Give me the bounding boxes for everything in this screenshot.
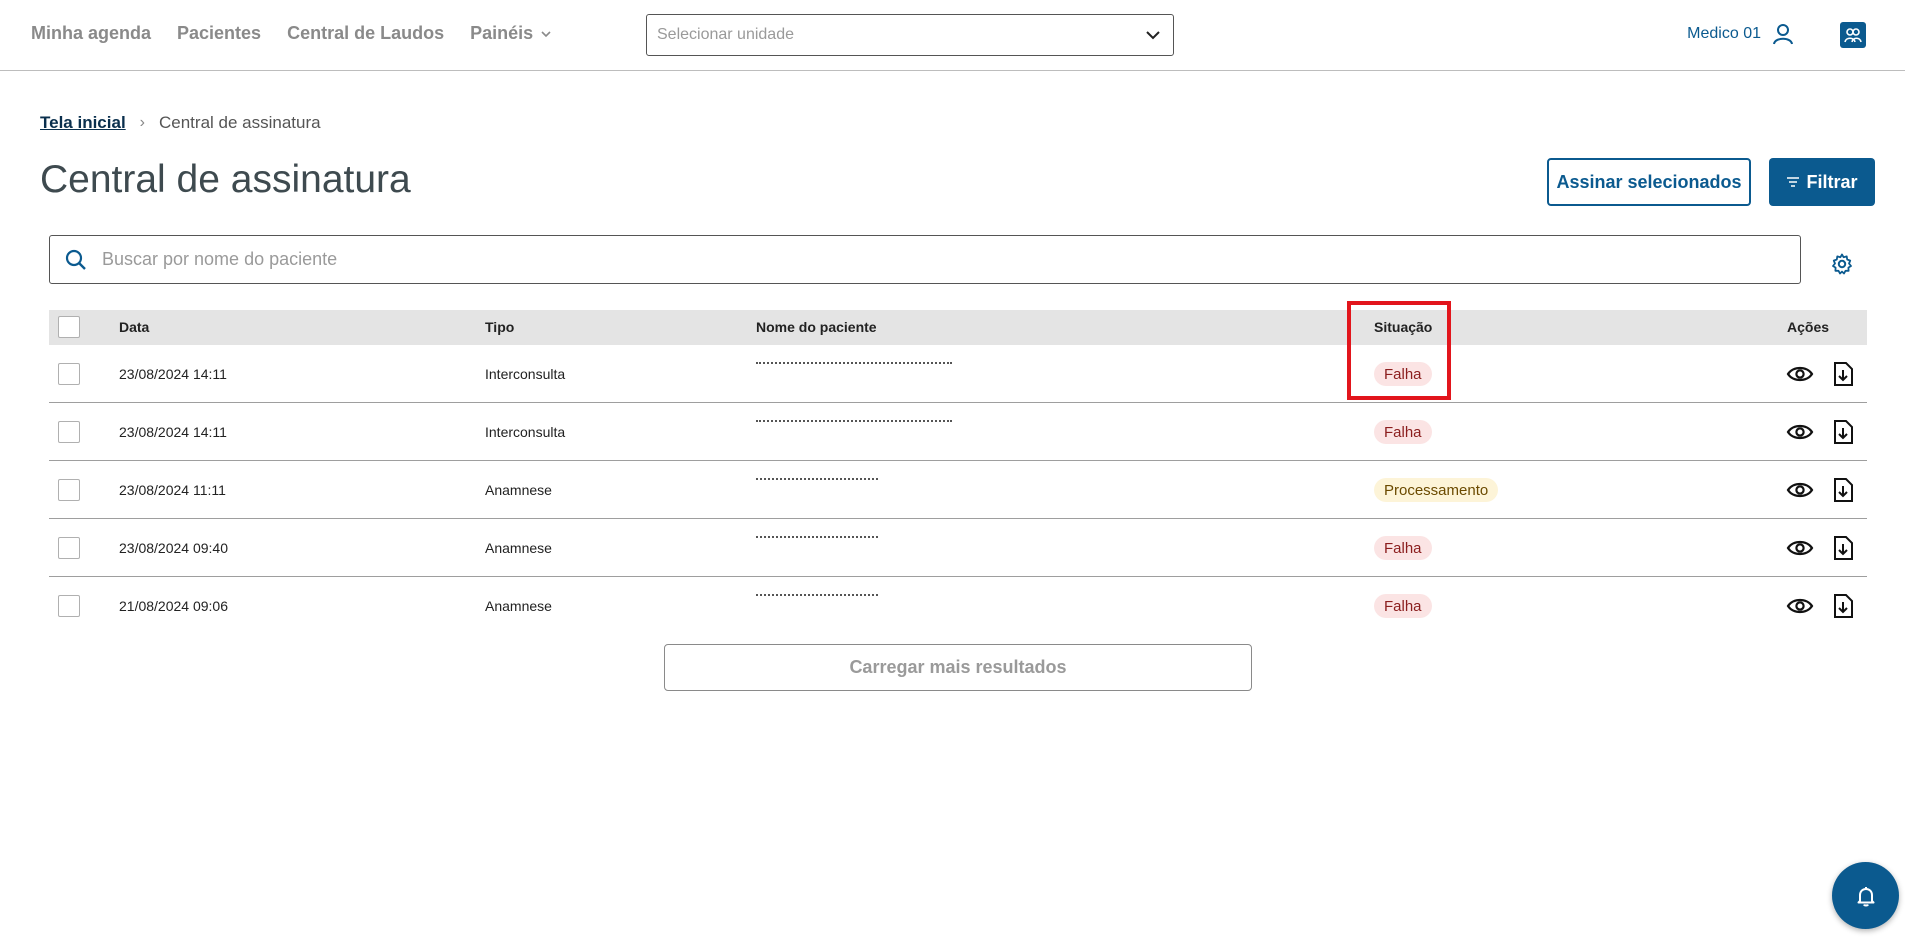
row-checkbox[interactable] — [58, 363, 80, 385]
download-file-icon[interactable] — [1829, 592, 1857, 620]
breadcrumb-current: Central de assinatura — [159, 113, 321, 132]
eye-icon[interactable] — [1786, 360, 1814, 388]
unit-select-placeholder: Selecionar unidade — [657, 26, 794, 43]
row-checkbox[interactable] — [58, 595, 80, 617]
status-badge: Falha — [1374, 420, 1432, 444]
page-title: Central de assinatura — [40, 158, 411, 201]
select-all-checkbox[interactable] — [58, 316, 80, 338]
status-column-highlight — [1347, 301, 1451, 400]
download-file-icon[interactable] — [1829, 476, 1857, 504]
top-navigation-bar: Minha agenda Pacientes Central de Laudos… — [0, 0, 1905, 71]
row-date: 23/08/2024 09:40 — [119, 540, 228, 556]
search-bar — [49, 235, 1801, 284]
nav-paineis[interactable]: Painéis — [470, 23, 553, 44]
nav-paineis-label: Painéis — [470, 23, 534, 43]
unit-select[interactable]: Selecionar unidade — [646, 14, 1174, 56]
header-patient[interactable]: Nome do paciente — [756, 319, 877, 335]
eye-icon[interactable] — [1786, 476, 1814, 504]
row-checkbox[interactable] — [58, 479, 80, 501]
filter-icon — [1787, 177, 1800, 187]
eye-icon[interactable] — [1786, 534, 1814, 562]
chevron-down-icon — [541, 30, 551, 37]
eye-icon[interactable] — [1786, 418, 1814, 446]
nav-central-de-laudos[interactable]: Central de Laudos — [287, 23, 444, 44]
profile-switch-button[interactable] — [1840, 22, 1866, 48]
row-type: Anamnese — [485, 482, 552, 498]
breadcrumb-home[interactable]: Tela inicial — [40, 113, 126, 133]
search-icon — [65, 249, 86, 270]
row-date: 23/08/2024 14:11 — [119, 366, 227, 382]
table-row: 23/08/2024 14:11 Interconsulta Falha — [49, 403, 1867, 461]
users-icon — [1844, 28, 1862, 43]
row-type: Interconsulta — [485, 424, 566, 440]
signature-table: Data Tipo Nome do paciente Situação Açõe… — [49, 310, 1867, 635]
gear-icon[interactable] — [1830, 252, 1854, 276]
nav-minha-agenda[interactable]: Minha agenda — [31, 23, 151, 44]
status-badge: Falha — [1374, 594, 1432, 618]
breadcrumb: Tela inicial › Central de assinatura — [40, 113, 321, 133]
user-menu[interactable]: Medico 01 — [1687, 22, 1795, 46]
filter-label: Filtrar — [1806, 171, 1858, 192]
redacted-patient-name — [756, 420, 952, 423]
main-nav: Minha agenda Pacientes Central de Laudos… — [31, 23, 553, 44]
nav-pacientes[interactable]: Pacientes — [177, 23, 261, 44]
row-type: Interconsulta — [485, 366, 566, 382]
header-type[interactable]: Tipo — [485, 319, 514, 335]
header-actions: Ações — [1787, 319, 1830, 335]
load-more-button[interactable]: Carregar mais resultados — [664, 644, 1252, 691]
user-name: Medico 01 — [1687, 25, 1761, 42]
status-badge: Falha — [1374, 536, 1432, 560]
redacted-patient-name — [756, 536, 878, 539]
table-row: 23/08/2024 09:40 Anamnese Falha — [49, 519, 1867, 577]
row-date: 21/08/2024 09:06 — [119, 598, 228, 614]
table-row: 21/08/2024 09:06 Anamnese Falha — [49, 577, 1867, 635]
download-file-icon[interactable] — [1829, 360, 1857, 388]
chevron-down-icon — [1146, 31, 1160, 40]
eye-icon[interactable] — [1786, 592, 1814, 620]
status-badge: Processamento — [1374, 478, 1499, 502]
row-checkbox[interactable] — [58, 421, 80, 443]
filter-button[interactable]: Filtrar — [1769, 158, 1875, 206]
redacted-patient-name — [756, 362, 952, 365]
table-row: 23/08/2024 14:11 Interconsulta Falha — [49, 345, 1867, 403]
row-date: 23/08/2024 14:11 — [119, 424, 227, 440]
download-file-icon[interactable] — [1829, 534, 1857, 562]
redacted-patient-name — [756, 594, 878, 597]
row-date: 23/08/2024 11:11 — [119, 482, 226, 498]
row-type: Anamnese — [485, 598, 552, 614]
table-row: 23/08/2024 11:11 Anamnese Processamento — [49, 461, 1867, 519]
user-icon — [1773, 24, 1793, 45]
redacted-patient-name — [756, 478, 878, 481]
bell-icon — [1857, 886, 1874, 906]
row-checkbox[interactable] — [58, 537, 80, 559]
chevron-right-icon: › — [139, 114, 145, 131]
table-header: Data Tipo Nome do paciente Situação Açõe… — [49, 310, 1867, 345]
row-type: Anamnese — [485, 540, 552, 556]
header-date[interactable]: Data — [119, 319, 149, 335]
notifications-button[interactable] — [1832, 862, 1899, 929]
search-input[interactable] — [102, 249, 1752, 270]
download-file-icon[interactable] — [1829, 418, 1857, 446]
sign-selected-button[interactable]: Assinar selecionados — [1547, 158, 1751, 206]
